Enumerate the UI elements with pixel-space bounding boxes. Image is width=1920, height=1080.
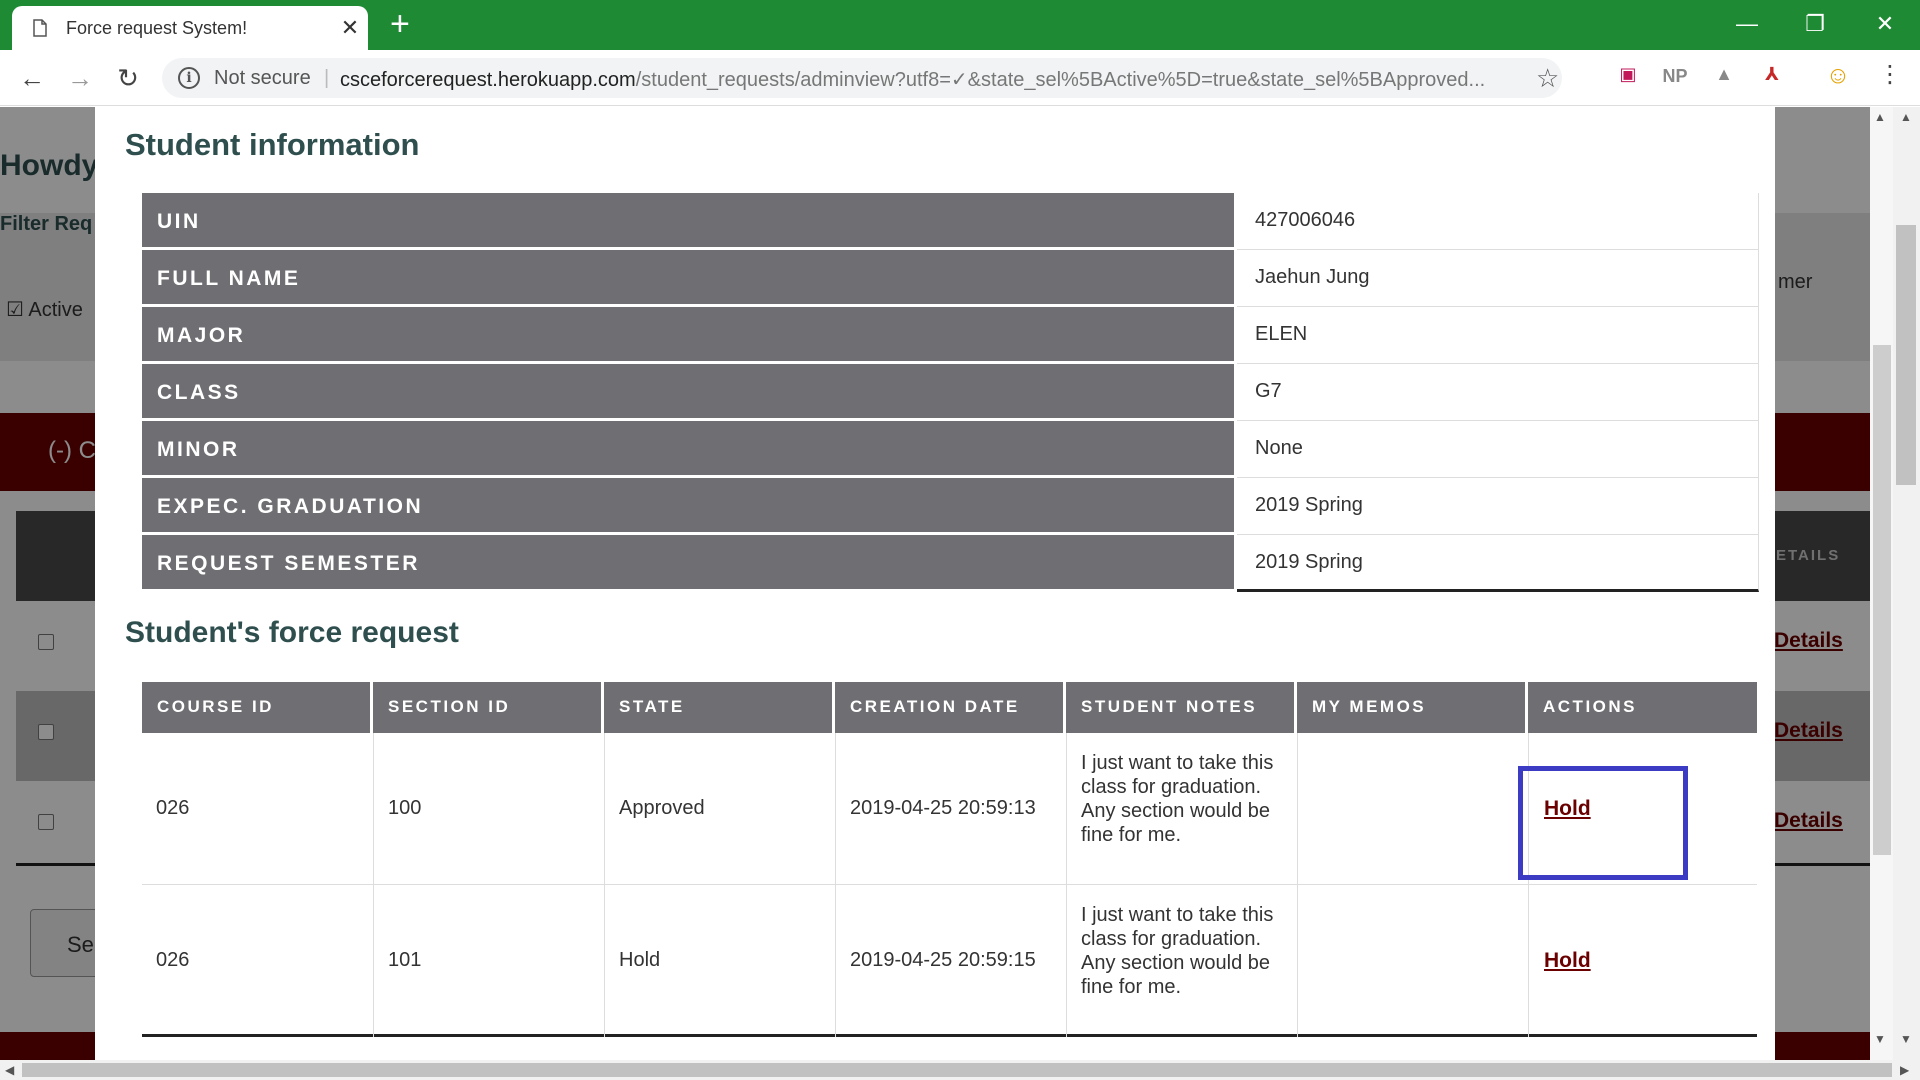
column-header-creation-date: CREATION DATE <box>835 682 1063 733</box>
student-info-title: Student information <box>125 127 420 162</box>
info-label: REQUEST SEMESTER <box>142 535 1234 589</box>
cell-state: Hold <box>604 885 835 1037</box>
cell-section-id: 100 <box>373 733 604 885</box>
column-header-my-memos: MY MEMOS <box>1297 682 1525 733</box>
scroll-down-icon[interactable]: ▼ <box>1900 1032 1912 1046</box>
cell-my-memos <box>1297 885 1528 1037</box>
cell-student-notes: I just want to take this class for gradu… <box>1066 885 1297 1037</box>
column-header-section-id: SECTION ID <box>373 682 601 733</box>
cell-course-id: 026 <box>142 733 373 885</box>
info-row-request-semester: REQUEST SEMESTER 2019 Spring <box>142 535 1759 592</box>
tab-bar: Force request System! ✕ + — ❐ ✕ <box>0 0 1920 50</box>
cell-creation-date: 2019-04-25 20:59:15 <box>835 885 1066 1037</box>
info-label: MINOR <box>142 421 1234 475</box>
cell-student-notes: I just want to take this class for gradu… <box>1066 733 1297 885</box>
new-tab-button[interactable]: + <box>390 6 410 42</box>
page-scrollbar-thumb[interactable] <box>1873 345 1891 855</box>
browser-toolbar: ← → ↻ i Not secure | csceforcerequest.he… <box>0 50 1920 106</box>
scroll-up-icon[interactable]: ▲ <box>1900 110 1912 124</box>
profile-avatar-icon[interactable]: ☺ <box>1825 62 1851 89</box>
scroll-left-icon[interactable]: ◀ <box>5 1063 14 1077</box>
student-detail-modal: Student information UIN 427006046 FULL N… <box>95 107 1775 1060</box>
info-value: G7 <box>1237 364 1759 421</box>
info-icon[interactable]: i <box>178 67 200 89</box>
force-request-table: COURSE ID SECTION ID STATE CREATION DATE… <box>142 682 1757 1037</box>
section-id: 100 <box>388 797 422 819</box>
url-text[interactable]: csceforcerequest.herokuapp.com/student_r… <box>340 67 1500 92</box>
column-header-actions: ACTIONS <box>1528 682 1757 733</box>
extension-pocket-icon[interactable]: ▣ <box>1615 64 1641 88</box>
student-info-table: UIN 427006046 FULL NAME Jaehun Jung MAJO… <box>142 193 1759 592</box>
address-bar[interactable]: i Not secure | csceforcerequest.herokuap… <box>162 58 1562 98</box>
info-value: 2019 Spring <box>1237 478 1759 535</box>
column-header-student-notes: STUDENT NOTES <box>1066 682 1294 733</box>
extension-pdf-icon[interactable]: ⅄ <box>1759 64 1785 88</box>
info-row-major: MAJOR ELEN <box>142 307 1759 364</box>
highlight-box <box>1518 766 1688 880</box>
info-label: CLASS <box>142 364 1234 418</box>
minimize-button[interactable]: — <box>1722 6 1772 42</box>
url-host: csceforcerequest.herokuapp.com <box>340 69 636 91</box>
cell-state: Approved <box>604 733 835 885</box>
info-value: None <box>1237 421 1759 478</box>
student-notes: I just want to take this class for gradu… <box>1081 904 1274 998</box>
info-value: Jaehun Jung <box>1237 250 1759 307</box>
horizontal-scrollbar-thumb[interactable] <box>22 1063 1892 1077</box>
security-label[interactable]: Not secure <box>214 67 311 90</box>
column-header-course-id: COURSE ID <box>142 682 370 733</box>
browser-menu-icon[interactable]: ⋮ <box>1878 60 1902 89</box>
info-row-class: CLASS G7 <box>142 364 1759 421</box>
creation-date: 2019-04-25 20:59:13 <box>850 797 1036 819</box>
cell-course-id: 026 <box>142 885 373 1037</box>
bookmark-star-icon[interactable]: ☆ <box>1536 63 1559 94</box>
info-row-expected-graduation: EXPEC. GRADUATION 2019 Spring <box>142 478 1759 535</box>
forward-icon[interactable]: → <box>64 62 96 94</box>
cell-creation-date: 2019-04-25 20:59:13 <box>835 733 1066 885</box>
course-id: 026 <box>156 949 190 971</box>
info-label: MAJOR <box>142 307 1234 361</box>
info-value: 2019 Spring <box>1237 535 1759 592</box>
extension-drive-icon[interactable]: ▲ <box>1711 64 1737 88</box>
info-row-full-name: FULL NAME Jaehun Jung <box>142 250 1759 307</box>
table-row: 026 101 Hold 2019-04-25 20:59:15 I just … <box>142 885 1757 1037</box>
cell-section-id: 101 <box>373 885 604 1037</box>
force-request-title: Student's force request <box>125 616 459 649</box>
scroll-right-icon[interactable]: ▶ <box>1900 1063 1909 1077</box>
page-icon <box>33 19 47 37</box>
info-label: FULL NAME <box>142 250 1234 304</box>
restore-button[interactable]: ❐ <box>1790 6 1840 42</box>
info-row-uin: UIN 427006046 <box>142 193 1759 250</box>
course-id: 026 <box>156 797 190 819</box>
section-id: 101 <box>388 949 422 971</box>
scroll-up-icon[interactable]: ▲ <box>1874 110 1886 124</box>
back-icon[interactable]: ← <box>16 62 48 94</box>
hold-link[interactable]: Hold <box>1544 949 1591 973</box>
cell-actions: Hold <box>1528 885 1757 1037</box>
column-header-state: STATE <box>604 682 832 733</box>
state: Hold <box>619 949 661 971</box>
state: Approved <box>619 797 705 819</box>
cell-my-memos <box>1297 733 1528 885</box>
reload-icon[interactable]: ↻ <box>112 62 144 94</box>
window-scrollbar-thumb[interactable] <box>1896 225 1916 485</box>
student-notes: I just want to take this class for gradu… <box>1081 752 1274 846</box>
table-header: COURSE ID SECTION ID STATE CREATION DATE… <box>142 682 1757 733</box>
extension-np-icon[interactable]: NP <box>1662 66 1688 90</box>
info-row-minor: MINOR None <box>142 421 1759 478</box>
creation-date: 2019-04-25 20:59:15 <box>850 949 1036 971</box>
info-value: 427006046 <box>1237 193 1759 250</box>
tab-title: Force request System! <box>66 18 248 38</box>
browser-tab[interactable]: Force request System! ✕ <box>12 6 368 50</box>
info-label: UIN <box>142 193 1234 247</box>
table-row: 026 100 Approved 2019-04-25 20:59:13 I j… <box>142 733 1757 885</box>
window-close-button[interactable]: ✕ <box>1860 6 1910 42</box>
divider: | <box>324 67 330 89</box>
tab-close-icon[interactable]: ✕ <box>338 15 362 41</box>
scroll-down-icon[interactable]: ▼ <box>1874 1032 1886 1046</box>
url-path: /student_requests/adminview?utf8=✓&state… <box>635 69 1486 91</box>
info-value: ELEN <box>1237 307 1759 364</box>
info-label: EXPEC. GRADUATION <box>142 478 1234 532</box>
